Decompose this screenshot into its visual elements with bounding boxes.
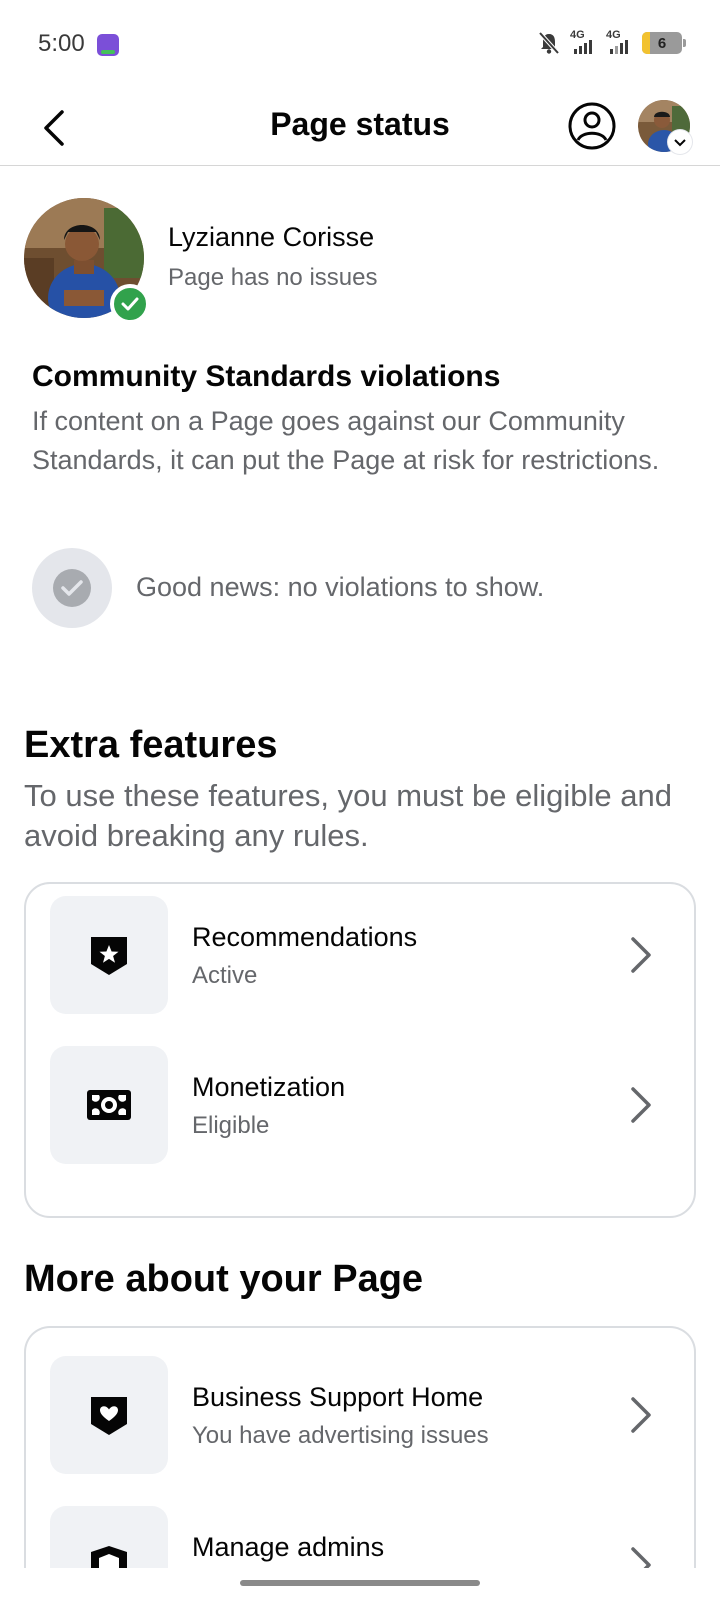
manage-admins-label: Manage admins — [192, 1532, 385, 1562]
check-circle-icon — [32, 548, 112, 628]
status-time: 5:00 — [38, 30, 85, 57]
page-status-text: Page has no issues — [168, 264, 378, 291]
violations-status-text: Good news: no violations to show. — [136, 572, 545, 602]
extra-features-card: Recommendations Active Monetization Elig… — [24, 882, 696, 1218]
community-standards-description: If content on a Page goes against our Co… — [32, 406, 660, 475]
gesture-navigation-bar[interactable] — [240, 1580, 480, 1586]
top-app-bar: Page status — [0, 90, 720, 166]
star-badge-icon — [50, 896, 168, 1014]
monetization-row[interactable]: Monetization Eligible — [50, 1046, 674, 1164]
recommendations-row[interactable]: Recommendations Active — [50, 896, 674, 1014]
check-badge-icon — [110, 284, 150, 324]
more-about-title: More about your Page — [24, 1258, 424, 1300]
business-support-label: Business Support Home — [192, 1382, 484, 1412]
recommendations-label: Recommendations — [192, 922, 418, 952]
business-support-status: You have advertising issues — [192, 1422, 489, 1449]
monetization-status: Eligible — [192, 1112, 270, 1139]
money-icon — [50, 1046, 168, 1164]
chevron-right-icon — [631, 1397, 651, 1433]
signal-2-icon: 4G — [606, 30, 632, 56]
recommendations-status: Active — [192, 962, 258, 989]
app-notification-icon — [97, 34, 119, 56]
chevron-right-icon — [631, 937, 651, 973]
business-support-row[interactable]: Business Support Home You have advertisi… — [50, 1356, 674, 1474]
page-summary: Lyzianne Corisse Page has no issues — [24, 198, 696, 328]
profile-button[interactable] — [566, 100, 618, 152]
battery-level: 6 — [657, 34, 667, 52]
heart-shield-icon — [50, 1356, 168, 1474]
violations-status: Good news: no violations to show. — [32, 548, 692, 628]
battery-icon: 6 — [642, 32, 686, 54]
person-circle-icon — [568, 102, 616, 150]
community-standards-title: Community Standards violations — [32, 360, 501, 393]
chevron-down-icon[interactable] — [668, 130, 692, 154]
monetization-label: Monetization — [192, 1072, 346, 1102]
extra-features-title: Extra features — [24, 724, 278, 766]
extra-features-description: To use these features, you must be eligi… — [24, 778, 672, 853]
page-name: Lyzianne Corisse — [168, 222, 375, 252]
status-icons: 4G 4G 6 — [538, 30, 686, 56]
status-bar: 5:00 4G 4G 6 — [0, 0, 720, 90]
signal-1-icon: 4G — [570, 30, 596, 56]
chevron-right-icon — [631, 1087, 651, 1123]
bell-muted-icon — [538, 31, 560, 55]
more-about-card: Business Support Home You have advertisi… — [24, 1326, 696, 1600]
